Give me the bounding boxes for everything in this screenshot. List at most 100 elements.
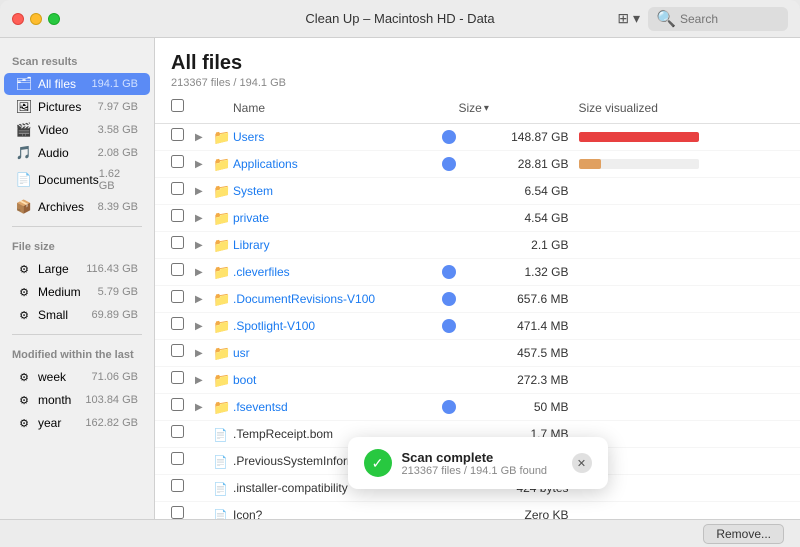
expand-arrow[interactable]: ▶: [195, 402, 213, 413]
sidebar-item-video[interactable]: 🎬 Video 3.58 GB: [4, 119, 150, 141]
expand-arrow[interactable]: ▶: [195, 267, 213, 278]
file-name[interactable]: usr: [233, 346, 439, 360]
all-files-icon: 🗂: [16, 76, 32, 92]
file-name[interactable]: Library: [233, 238, 439, 252]
sidebar-item-month[interactable]: ⚙ month 103.84 GB: [4, 389, 150, 411]
sidebar-item-all-files[interactable]: 🗂 All files 194.1 GB: [4, 73, 150, 95]
expand-arrow[interactable]: ▶: [195, 159, 213, 170]
sidebar-item-large[interactable]: ⚙ Large 116.43 GB: [4, 258, 150, 280]
scan-close-button[interactable]: ✕: [572, 453, 592, 473]
file-icon: 📁: [213, 399, 233, 416]
search-input[interactable]: [680, 12, 780, 26]
row-checkbox[interactable]: [171, 236, 195, 254]
info-indicator[interactable]: [439, 400, 459, 414]
close-button[interactable]: [12, 13, 24, 25]
file-checkbox[interactable]: [171, 344, 184, 357]
fullscreen-button[interactable]: [48, 13, 60, 25]
large-size: 116.43 GB: [86, 263, 138, 275]
sidebar-item-documents[interactable]: 📄 Documents 1.62 GB: [4, 165, 150, 195]
file-name[interactable]: .Spotlight-V100: [233, 319, 439, 333]
remove-button[interactable]: Remove...: [703, 524, 784, 544]
file-icon: 📁: [213, 156, 233, 173]
video-size: 3.58 GB: [98, 124, 138, 136]
file-icon: 📁: [213, 210, 233, 227]
size-sort-control[interactable]: Size ▾: [459, 101, 569, 115]
file-checkbox[interactable]: [171, 398, 184, 411]
row-checkbox[interactable]: [171, 317, 195, 335]
row-checkbox[interactable]: [171, 263, 195, 281]
expand-arrow[interactable]: ▶: [195, 240, 213, 251]
file-name[interactable]: .DocumentRevisions-V100: [233, 292, 439, 306]
header-size[interactable]: Size ▾: [459, 101, 569, 115]
sidebar: Scan results 🗂 All files 194.1 GB 🖼 Pict…: [0, 38, 155, 519]
file-checkbox[interactable]: [171, 209, 184, 222]
file-checkbox[interactable]: [171, 290, 184, 303]
expand-arrow[interactable]: ▶: [195, 321, 213, 332]
file-name[interactable]: boot: [233, 373, 439, 387]
grid-icon[interactable]: ⊞ ▾: [617, 10, 640, 27]
file-size: 2.1 GB: [459, 238, 569, 252]
info-indicator[interactable]: [439, 292, 459, 306]
file-checkbox[interactable]: [171, 128, 184, 141]
expand-arrow[interactable]: ▶: [195, 132, 213, 143]
row-checkbox[interactable]: [171, 506, 195, 519]
file-name[interactable]: .fseventsd: [233, 400, 439, 414]
small-icon: ⚙: [16, 307, 32, 323]
row-checkbox[interactable]: [171, 290, 195, 308]
header-name[interactable]: Name: [233, 101, 439, 115]
file-name[interactable]: Users: [233, 130, 439, 144]
sidebar-item-medium[interactable]: ⚙ Medium 5.79 GB: [4, 281, 150, 303]
row-checkbox[interactable]: [171, 479, 195, 497]
scan-title: Scan complete: [402, 450, 548, 465]
file-name[interactable]: .cleverfiles: [233, 265, 439, 279]
sidebar-item-archives[interactable]: 📦 Archives 8.39 GB: [4, 196, 150, 218]
medium-label: Medium: [38, 285, 98, 299]
expand-arrow[interactable]: ▶: [195, 213, 213, 224]
file-checkbox[interactable]: [171, 182, 184, 195]
header-check[interactable]: [171, 99, 195, 117]
row-checkbox[interactable]: [171, 128, 195, 146]
file-checkbox[interactable]: [171, 263, 184, 276]
file-name[interactable]: private: [233, 211, 439, 225]
file-size: 6.54 GB: [459, 184, 569, 198]
row-checkbox[interactable]: [171, 371, 195, 389]
search-box[interactable]: 🔍: [648, 7, 788, 31]
row-checkbox[interactable]: [171, 182, 195, 200]
info-indicator[interactable]: [439, 157, 459, 171]
file-checkbox[interactable]: [171, 425, 184, 438]
file-name[interactable]: Icon?: [233, 508, 439, 519]
sidebar-item-small[interactable]: ⚙ Small 69.89 GB: [4, 304, 150, 326]
file-size: 457.5 MB: [459, 346, 569, 360]
expand-arrow[interactable]: ▶: [195, 348, 213, 359]
sidebar-item-pictures[interactable]: 🖼 Pictures 7.97 GB: [4, 96, 150, 118]
expand-arrow[interactable]: ▶: [195, 186, 213, 197]
file-checkbox[interactable]: [171, 371, 184, 384]
expand-arrow[interactable]: ▶: [195, 294, 213, 305]
year-icon: ⚙: [16, 415, 32, 431]
info-indicator[interactable]: [439, 319, 459, 333]
file-checkbox[interactable]: [171, 317, 184, 330]
sidebar-item-audio[interactable]: 🎵 Audio 2.08 GB: [4, 142, 150, 164]
file-checkbox[interactable]: [171, 479, 184, 492]
row-checkbox[interactable]: [171, 425, 195, 443]
sidebar-item-week[interactable]: ⚙ week 71.06 GB: [4, 366, 150, 388]
info-indicator[interactable]: [439, 130, 459, 144]
minimize-button[interactable]: [30, 13, 42, 25]
row-checkbox[interactable]: [171, 398, 195, 416]
file-checkbox[interactable]: [171, 155, 184, 168]
video-label: Video: [38, 123, 98, 137]
file-name[interactable]: System: [233, 184, 439, 198]
file-checkbox[interactable]: [171, 236, 184, 249]
row-checkbox[interactable]: [171, 452, 195, 470]
file-name[interactable]: Applications: [233, 157, 439, 171]
scan-text: Scan complete 213367 files / 194.1 GB fo…: [402, 450, 548, 477]
info-indicator[interactable]: [439, 265, 459, 279]
file-checkbox[interactable]: [171, 506, 184, 519]
row-checkbox[interactable]: [171, 344, 195, 362]
expand-arrow[interactable]: ▶: [195, 375, 213, 386]
file-checkbox[interactable]: [171, 452, 184, 465]
sidebar-item-year[interactable]: ⚙ year 162.82 GB: [4, 412, 150, 434]
select-all-checkbox[interactable]: [171, 99, 184, 112]
row-checkbox[interactable]: [171, 155, 195, 173]
row-checkbox[interactable]: [171, 209, 195, 227]
